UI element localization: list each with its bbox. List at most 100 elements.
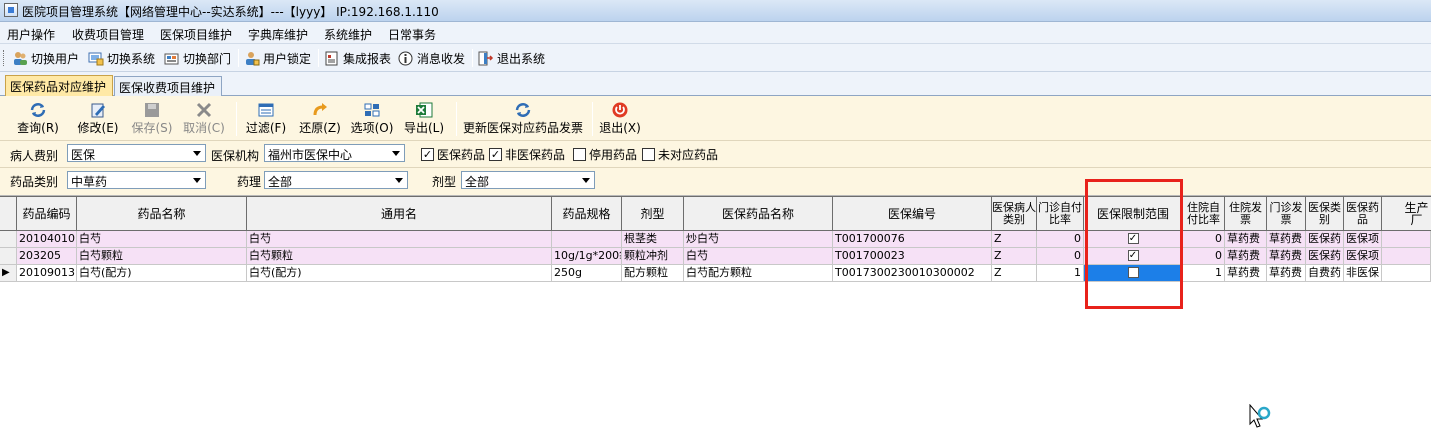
table-cell[interactable]: 草药费 — [1267, 248, 1306, 265]
current-row-indicator[interactable]: ▶ — [0, 265, 17, 282]
row-indicator[interactable] — [0, 231, 17, 248]
institution-select[interactable]: 福州市医保中心 — [264, 144, 405, 162]
table-cell[interactable]: 白芍 — [684, 248, 833, 265]
table-cell[interactable]: 0 — [1037, 231, 1084, 248]
export-button[interactable]: 导出(L) — [400, 102, 448, 136]
messages-button[interactable]: 消息收发 — [398, 49, 465, 67]
table-cell[interactable]: T0017300230010300002 — [833, 265, 992, 282]
insurance-drug-checkbox[interactable]: ✓ 医保药品 — [421, 146, 485, 163]
table-cell[interactable]: 白芍颗粒 — [77, 248, 247, 265]
drug-category-select[interactable]: 中草药 — [67, 171, 206, 189]
chevron-down-icon[interactable] — [578, 172, 594, 188]
col-dosage-form[interactable]: 剂型 — [622, 197, 684, 231]
switch-system-button[interactable]: 切换系统 — [88, 49, 155, 67]
table-cell[interactable]: 0 — [1037, 248, 1084, 265]
table-cell[interactable]: 203205 — [17, 248, 77, 265]
table-cell[interactable] — [1382, 265, 1431, 282]
table-cell[interactable]: 非医保 — [1344, 265, 1382, 282]
table-cell[interactable]: 0 — [1183, 231, 1225, 248]
table-cell[interactable]: 白芍(配方) — [77, 265, 247, 282]
table-cell[interactable] — [1382, 248, 1431, 265]
chevron-down-icon[interactable] — [189, 145, 205, 161]
table-cell[interactable]: 1 — [1183, 265, 1225, 282]
col-insurance-type[interactable]: 医保类别 — [1306, 197, 1344, 231]
chevron-down-icon[interactable] — [189, 172, 205, 188]
quit-button[interactable]: 退出(X) — [596, 102, 644, 136]
disabled-drug-checkbox[interactable]: 停用药品 — [573, 146, 637, 163]
col-drug-code[interactable]: 药品编码 — [17, 197, 77, 231]
col-outpatient-rate[interactable]: 门诊自付比率 — [1037, 197, 1084, 231]
table-cell[interactable]: 0 — [1183, 248, 1225, 265]
report-button[interactable]: 集成报表 — [324, 49, 391, 67]
drug-grid[interactable]: 药品编码 药品名称 通用名 药品规格 剂型 医保药品名称 医保编号 医保病人类别… — [0, 196, 1431, 429]
row-indicator[interactable] — [0, 248, 17, 265]
table-cell[interactable]: Z — [992, 265, 1037, 282]
table-cell[interactable]: 草药费 — [1225, 231, 1267, 248]
pharmacology-select[interactable]: 全部 — [264, 171, 408, 189]
table-cell[interactable]: 草药费 — [1225, 248, 1267, 265]
table-cell[interactable]: Z — [992, 231, 1037, 248]
table-cell[interactable]: 白芍(配方) — [247, 265, 552, 282]
table-cell[interactable]: Z — [992, 248, 1037, 265]
table-cell[interactable] — [1382, 231, 1431, 248]
col-insurance-code[interactable]: 医保编号 — [833, 197, 992, 231]
table-cell[interactable]: T001700023 — [833, 248, 992, 265]
checkbox-box[interactable]: ✓ — [489, 148, 502, 161]
query-button[interactable]: 查询(R) — [14, 102, 62, 136]
menu-insurance-items[interactable]: 医保项目维护 — [160, 26, 232, 43]
table-cell[interactable]: 白芍配方颗粒 — [684, 265, 833, 282]
menu-fee-items[interactable]: 收费项目管理 — [72, 26, 144, 43]
update-invoice-button[interactable]: 更新医保对应药品发票 — [460, 102, 586, 136]
col-outpatient-invoice[interactable]: 门诊发票 — [1267, 197, 1306, 231]
switch-department-button[interactable]: 切换部门 — [164, 49, 231, 67]
table-cell[interactable]: 医保药 — [1306, 231, 1344, 248]
chevron-down-icon[interactable] — [388, 145, 404, 161]
table-cell[interactable]: 医保药 — [1306, 248, 1344, 265]
checkbox-box[interactable]: ✓ — [421, 148, 434, 161]
col-generic-name[interactable]: 通用名 — [247, 197, 552, 231]
table-cell[interactable]: 颗粒冲剂 — [622, 248, 684, 265]
table-cell[interactable]: 根茎类 — [622, 231, 684, 248]
table-cell[interactable]: 草药费 — [1225, 265, 1267, 282]
col-patient-category[interactable]: 医保病人类别 — [992, 197, 1037, 231]
table-cell[interactable]: 自费药 — [1306, 265, 1344, 282]
non-insurance-drug-checkbox[interactable]: ✓ 非医保药品 — [489, 146, 565, 163]
table-cell[interactable]: 白芍 — [77, 231, 247, 248]
toolbar-grip[interactable] — [3, 50, 6, 66]
table-cell[interactable]: 配方颗粒 — [622, 265, 684, 282]
chevron-down-icon[interactable] — [391, 172, 407, 188]
lock-user-button[interactable]: 用户锁定 — [244, 49, 311, 67]
table-cell[interactable]: 医保项 — [1344, 231, 1382, 248]
col-inpatient-invoice[interactable]: 住院发票 — [1225, 197, 1267, 231]
menu-system[interactable]: 系统维护 — [324, 26, 372, 43]
tab-drug-mapping[interactable]: 医保药品对应维护 — [5, 75, 113, 97]
table-cell[interactable]: 炒白芍 — [684, 231, 833, 248]
table-cell[interactable] — [552, 231, 622, 248]
unmapped-drug-checkbox[interactable]: 未对应药品 — [642, 146, 718, 163]
table-cell[interactable]: 250g — [552, 265, 622, 282]
menu-user-ops[interactable]: 用户操作 — [7, 26, 55, 43]
patient-type-select[interactable]: 医保 — [67, 144, 206, 162]
table-cell[interactable]: 20109013 — [17, 265, 77, 282]
table-cell[interactable]: 20104010 — [17, 231, 77, 248]
restore-button[interactable]: 还原(Z) — [296, 102, 344, 136]
edit-button[interactable]: 修改(E) — [74, 102, 122, 136]
checkbox-box[interactable] — [642, 148, 655, 161]
col-drug-name[interactable]: 药品名称 — [77, 197, 247, 231]
table-cell[interactable]: 白芍颗粒 — [247, 248, 552, 265]
menu-daily[interactable]: 日常事务 — [388, 26, 436, 43]
filter-button[interactable]: 过滤(F) — [242, 102, 290, 136]
col-inpatient-rate[interactable]: 住院自付比率 — [1183, 197, 1225, 231]
table-cell[interactable]: 医保项 — [1344, 248, 1382, 265]
cancel-button[interactable]: 取消(C) — [180, 102, 228, 136]
table-cell[interactable]: 草药费 — [1267, 231, 1306, 248]
table-cell[interactable]: 白芍 — [247, 231, 552, 248]
tab-fee-item-mapping[interactable]: 医保收费项目维护 — [114, 76, 222, 96]
switch-user-button[interactable]: 切换用户 — [12, 49, 79, 67]
menu-dictionary[interactable]: 字典库维护 — [248, 26, 308, 43]
table-cell[interactable]: T001700076 — [833, 231, 992, 248]
table-cell[interactable]: 1 — [1037, 265, 1084, 282]
col-insurance-drug-name[interactable]: 医保药品名称 — [684, 197, 833, 231]
save-button[interactable]: 保存(S) — [128, 102, 176, 136]
col-insurance-drug[interactable]: 医保药品 — [1344, 197, 1382, 231]
